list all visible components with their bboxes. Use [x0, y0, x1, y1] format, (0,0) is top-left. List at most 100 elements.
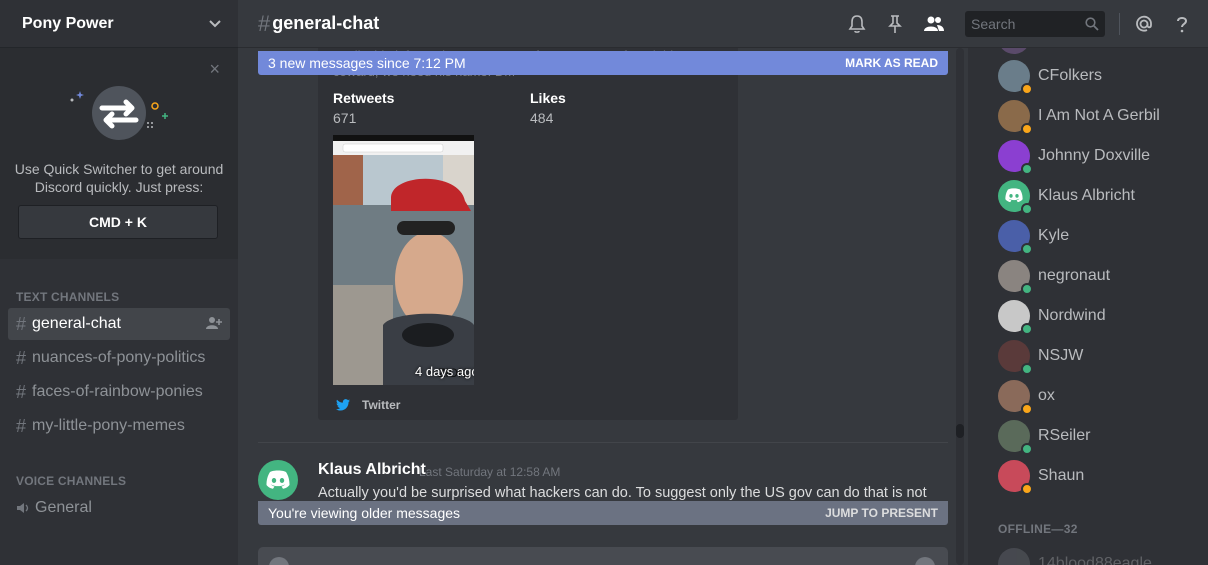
image-caption: 4 days ago: [415, 364, 474, 379]
header-divider: [1119, 13, 1120, 35]
avatar: [998, 548, 1030, 565]
status-idle-icon: [1021, 83, 1033, 95]
hash-icon: #: [16, 381, 27, 402]
discord-logo-icon: [1005, 188, 1023, 203]
search-input[interactable]: Search: [971, 16, 1015, 32]
member-name: Klaus Albricht: [1038, 187, 1135, 204]
member-name: Nordwind: [1038, 307, 1106, 324]
discord-window: Pony Power × Use Quick Switcher to get a…: [0, 0, 1208, 565]
member-item[interactable]: Nordwind: [998, 300, 1106, 335]
avatar: [998, 140, 1033, 175]
channel-label: faces-of-rainbow-ponies: [32, 383, 203, 400]
discord-logo-icon: [266, 470, 290, 489]
close-icon[interactable]: ×: [209, 60, 220, 78]
embed-footer-text: Twitter: [362, 398, 401, 412]
guild-header[interactable]: Pony Power: [0, 0, 238, 48]
member-item[interactable]: ox: [998, 380, 1055, 415]
add-user-icon[interactable]: [206, 316, 222, 330]
member-item[interactable]: 14blood88eagle: [998, 548, 1152, 565]
member-item[interactable]: RSeiler: [998, 420, 1090, 455]
messages-pane: Retweets 671 Likes 484 ZION 4 days ago T…: [238, 48, 968, 565]
embed-photo: ZION: [333, 135, 474, 385]
channel-title: general-chat: [272, 13, 380, 33]
speaker-icon: [17, 503, 29, 513]
embed-footer: Twitter: [336, 398, 400, 412]
twitter-embed: Retweets 671 Likes 484 ZION 4 days ago T…: [318, 48, 738, 420]
members-icon[interactable]: [923, 14, 945, 34]
channel-general-chat[interactable]: # general-chat: [8, 308, 230, 340]
message-text: Actually you'd be surprised what hackers…: [318, 485, 927, 501]
scrollbar[interactable]: [956, 48, 964, 565]
member-name: 14blood88eagle: [1038, 555, 1152, 565]
avatar: [998, 340, 1033, 375]
status-idle-icon: [1021, 483, 1033, 495]
avatar: [998, 300, 1033, 335]
message-author[interactable]: Klaus Albricht: [318, 461, 426, 479]
search-icon: [1085, 17, 1099, 31]
avatar: [998, 48, 1030, 54]
channel-label: general-chat: [32, 315, 121, 332]
new-messages-text[interactable]: 3 new messages since 7:12 PM: [268, 55, 466, 71]
guild-name: Pony Power: [22, 14, 114, 32]
channel-header: # general-chat Search: [238, 0, 1208, 48]
channel-label: nuances-of-pony-politics: [32, 349, 206, 366]
chevron-down-icon[interactable]: [208, 17, 222, 31]
voice-channels-category[interactable]: VOICE CHANNELS: [16, 474, 126, 488]
avatar: [998, 60, 1033, 95]
mentions-icon[interactable]: [1134, 14, 1154, 34]
message-input[interactable]: [258, 547, 948, 565]
hash-icon: #: [16, 415, 27, 436]
embed-image[interactable]: ZION 4 days ago: [333, 135, 474, 385]
header-toolbar: Search: [847, 0, 1208, 48]
scrollbar-thumb[interactable]: [956, 424, 964, 438]
upload-icon[interactable]: [268, 556, 290, 565]
avatar: [998, 420, 1033, 455]
channel-my-little-pony-memes[interactable]: # my-little-pony-memes: [8, 410, 230, 442]
embed-field-value: 671: [333, 110, 357, 126]
member-name: Kyle: [1038, 227, 1070, 244]
member-item[interactable]: NSJW: [998, 340, 1084, 375]
member-item[interactable]: Klaus Albricht: [998, 180, 1135, 215]
jump-to-present-button[interactable]: JUMP TO PRESENT: [825, 506, 938, 520]
emoji-icon[interactable]: [914, 556, 936, 565]
hash-icon: #: [16, 347, 27, 368]
bell-icon[interactable]: [847, 14, 867, 34]
voice-channel-general[interactable]: General: [8, 492, 230, 524]
channel-faces-of-rainbow-ponies[interactable]: # faces-of-rainbow-ponies: [8, 376, 230, 408]
message-timestamp: Last Saturday at 12:58 AM: [419, 465, 561, 479]
member-item[interactable]: Johnny Doxville: [998, 140, 1150, 175]
new-messages-bar[interactable]: 3 new messages since 7:12 PM MARK AS REA…: [258, 51, 948, 75]
mark-as-read-button[interactable]: MARK AS READ: [845, 56, 938, 70]
quick-switcher-text: Use Quick Switcher to get around Discord…: [14, 161, 224, 195]
pin-icon[interactable]: [885, 14, 905, 34]
member-name: NSJW: [1038, 347, 1084, 364]
shortcut-key: CMD + K: [18, 205, 218, 239]
text-channels-category[interactable]: TEXT CHANNELS: [16, 290, 119, 304]
channel-nuances-of-pony-politics[interactable]: # nuances-of-pony-politics: [8, 342, 230, 374]
member-item[interactable]: I Am Not A Gerbil: [998, 100, 1160, 135]
member-item[interactable]: negronaut: [998, 260, 1111, 295]
status-online-icon: [1021, 363, 1033, 375]
quick-switcher-tip: × Use Quick Switcher to get around Disco…: [0, 48, 238, 259]
offline-category: OFFLINE—32: [998, 522, 1078, 536]
quick-switcher-icon: [70, 86, 168, 140]
embed-field-value: 484: [530, 110, 554, 126]
avatar[interactable]: [258, 460, 298, 500]
search-box[interactable]: Search: [965, 11, 1105, 37]
embed-field-name: Likes: [530, 90, 566, 106]
channel-sidebar: Pony Power × Use Quick Switcher to get a…: [0, 0, 238, 565]
help-icon[interactable]: [1172, 14, 1192, 34]
channel-label: General: [35, 499, 92, 516]
older-messages-text: You're viewing older messages: [268, 505, 461, 521]
member-name: negronaut: [1038, 267, 1111, 284]
avatar: [998, 100, 1033, 135]
member-item[interactable]: Shaun: [998, 460, 1085, 495]
status-online-icon: [1021, 283, 1033, 295]
older-messages-bar[interactable]: You're viewing older messages JUMP TO PR…: [258, 501, 948, 525]
channel-label: my-little-pony-memes: [32, 417, 185, 434]
member-name: ox: [1038, 387, 1055, 404]
member-name: Shaun: [1038, 467, 1085, 484]
member-item[interactable]: Kyle: [998, 220, 1070, 255]
member-item[interactable]: CFolkers: [998, 60, 1102, 95]
twitter-icon: [336, 399, 350, 411]
